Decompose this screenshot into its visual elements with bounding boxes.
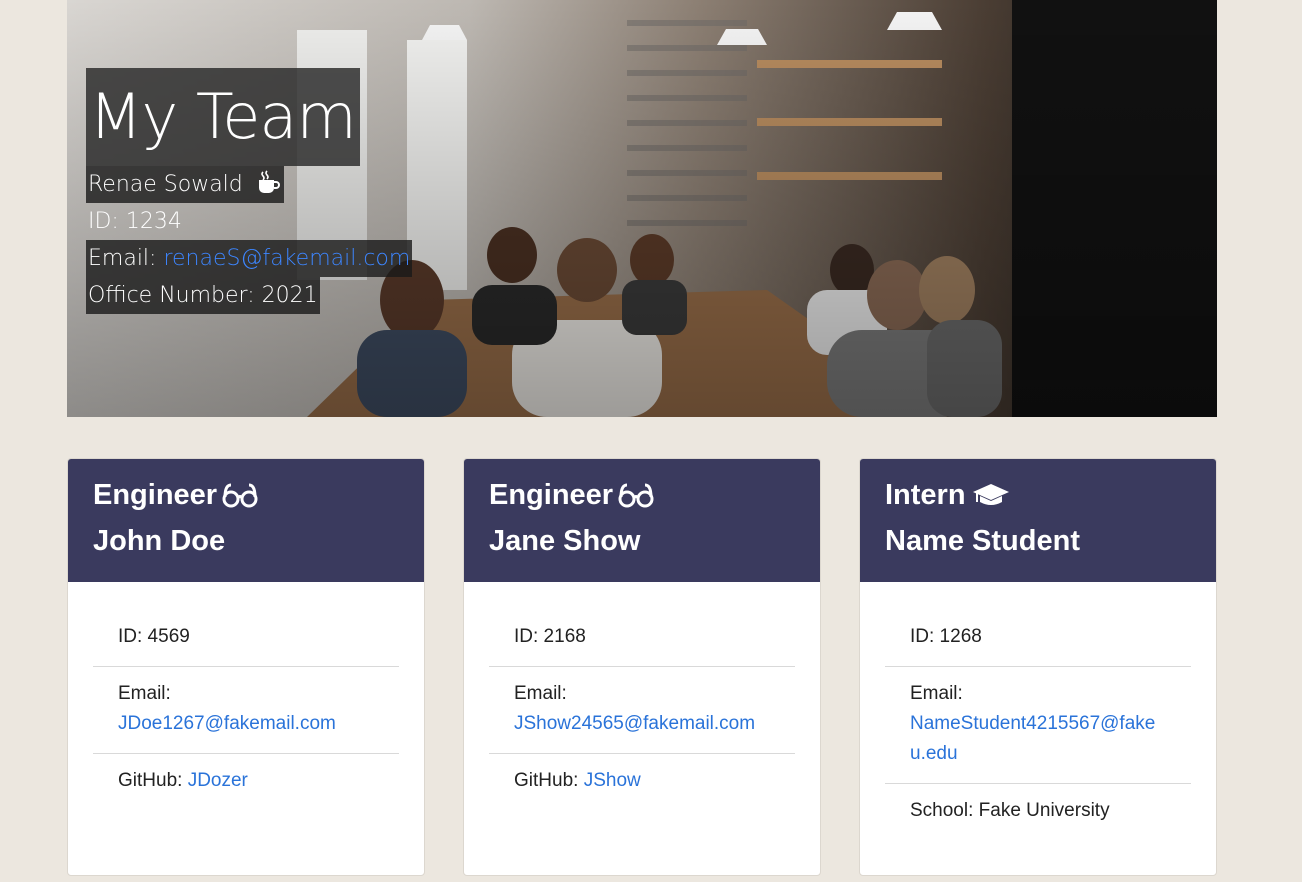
graduation-cap-icon	[972, 484, 1009, 505]
email-link-line-1: NameStudent4215567@fake	[910, 713, 1156, 734]
email-label: Email:	[118, 683, 171, 704]
hero-banner: My Team Renae Sowald ID: 1234 Email: ren…	[67, 0, 1217, 417]
manager-info: My Team Renae Sowald ID: 1234 Email: ren…	[86, 68, 413, 314]
employee-email-row: Email: JDoe1267@fakemail.com	[93, 667, 399, 754]
github-label: GitHub:	[118, 770, 188, 791]
employee-card: Engineer Jane Show ID: 2168 Email: JShow…	[463, 458, 821, 876]
github-link[interactable]: JDozer	[188, 770, 248, 791]
email-link[interactable]: JDoe1267@fakemail.com	[118, 713, 336, 734]
employee-name: Jane Show	[489, 525, 641, 557]
employee-name: Name Student	[885, 525, 1080, 557]
employee-id: ID: 2168	[489, 612, 795, 667]
card-header: Intern Name Student	[860, 459, 1216, 582]
manager-office-number: Office Number: 2021	[86, 277, 320, 314]
employee-email-row: Email: NameStudent4215567@fake u.edu	[885, 667, 1191, 784]
glasses-icon	[618, 483, 654, 508]
coffee-icon	[258, 170, 280, 193]
card-header: Engineer Jane Show	[464, 459, 820, 582]
role-label: Intern	[885, 479, 966, 511]
school-row: School: Fake University	[910, 800, 1110, 821]
manager-name-label: Renae Sowald	[86, 166, 284, 203]
manager-email-row: Email: renaeS@fakemail.com	[86, 240, 413, 277]
manager-email-link[interactable]: renaeS@fakemail.com	[163, 246, 410, 271]
card-body: ID: 1268 Email: NameStudent4215567@fake …	[860, 582, 1216, 840]
card-role: Engineer	[489, 459, 795, 513]
card-body: ID: 4569 Email: JDoe1267@fakemail.com Gi…	[68, 582, 424, 810]
employee-email-row: Email: JShow24565@fakemail.com	[489, 667, 795, 754]
email-label: Email:	[514, 683, 567, 704]
email-link[interactable]: NameStudent4215567@fake u.edu	[910, 709, 1166, 769]
email-label: Email:	[910, 683, 963, 704]
employee-card: Intern Name Student ID: 1268 Email: Name…	[859, 458, 1217, 876]
github-row: GitHub: JDozer	[93, 754, 399, 810]
card-header: Engineer John Doe	[68, 459, 424, 582]
email-link-line-2: u.edu	[910, 743, 958, 764]
employee-name: John Doe	[93, 525, 226, 557]
employee-id: ID: 1268	[885, 612, 1191, 667]
employee-id: ID: 4569	[93, 612, 399, 667]
manager-email-label: Email:	[88, 246, 164, 271]
role-label: Engineer	[489, 479, 614, 511]
manager-id: ID: 1234	[88, 209, 182, 234]
role-label: Engineer	[93, 479, 218, 511]
employee-card: Engineer John Doe ID: 4569 Email: JDoe12…	[67, 458, 425, 876]
page-title: My Team	[86, 68, 360, 166]
card-role: Intern	[885, 459, 1191, 513]
email-link[interactable]: JShow24565@fakemail.com	[514, 713, 755, 734]
card-role: Engineer	[93, 459, 399, 513]
glasses-icon	[222, 483, 258, 508]
github-label: GitHub:	[514, 770, 584, 791]
card-body: ID: 2168 Email: JShow24565@fakemail.com …	[464, 582, 820, 810]
github-link[interactable]: JShow	[584, 770, 641, 791]
manager-name: Renae Sowald	[88, 172, 243, 197]
github-row: GitHub: JShow	[489, 754, 795, 810]
